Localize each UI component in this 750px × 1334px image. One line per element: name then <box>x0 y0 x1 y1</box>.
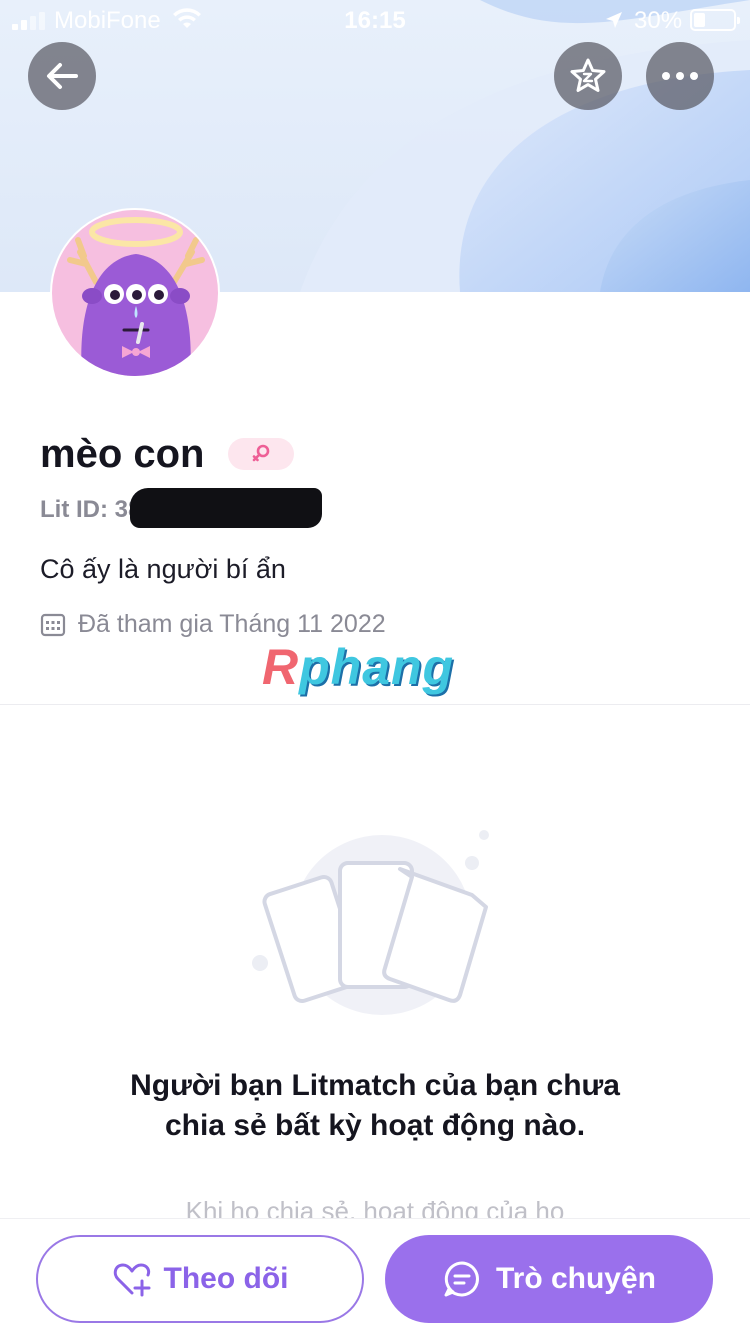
empty-cards-illustration <box>250 825 510 1035</box>
favorite-button[interactable] <box>554 42 622 110</box>
battery-icon <box>690 9 740 31</box>
arrow-left-icon <box>47 63 78 89</box>
gender-badge <box>228 438 294 470</box>
join-date: Đã tham gia Tháng 11 2022 <box>40 610 386 639</box>
watermark-logo: Rphang <box>262 639 455 695</box>
calendar-icon <box>40 613 66 636</box>
back-button[interactable] <box>28 42 96 110</box>
join-date-text: Đã tham gia Tháng 11 2022 <box>78 610 386 638</box>
ellipsis-icon <box>662 72 698 80</box>
status-bar: MobiFone 16:15 30% <box>0 0 750 40</box>
bottom-action-bar: Theo dõi Trò chuyện <box>0 1218 750 1334</box>
empty-state-title: Người bạn Litmatch của bạn chưa chia sẻ … <box>130 1069 620 1142</box>
chat-bubble-icon <box>444 1261 479 1297</box>
star-icon <box>570 58 606 92</box>
chat-label: Trò chuyện <box>495 1262 657 1295</box>
divider <box>0 704 750 705</box>
more-options-button[interactable] <box>646 42 714 110</box>
empty-state-subtitle: Khi họ chia sẻ, hoạt động của họ <box>185 1196 565 1218</box>
follow-label: Theo dõi <box>163 1262 289 1295</box>
chat-button[interactable]: Trò chuyện <box>385 1235 713 1323</box>
location-icon <box>604 9 624 37</box>
avatar[interactable] <box>50 208 220 378</box>
heart-plus-icon <box>113 1263 150 1297</box>
follow-button[interactable]: Theo dõi <box>36 1235 364 1323</box>
battery-percent: 30% <box>634 7 683 34</box>
profile-name: mèo con <box>40 432 205 476</box>
female-icon <box>252 444 270 462</box>
monster-avatar-image <box>67 217 205 376</box>
profile-bio: Cô ấy là người bí ẩn <box>40 554 286 584</box>
redaction-mark <box>130 488 322 528</box>
